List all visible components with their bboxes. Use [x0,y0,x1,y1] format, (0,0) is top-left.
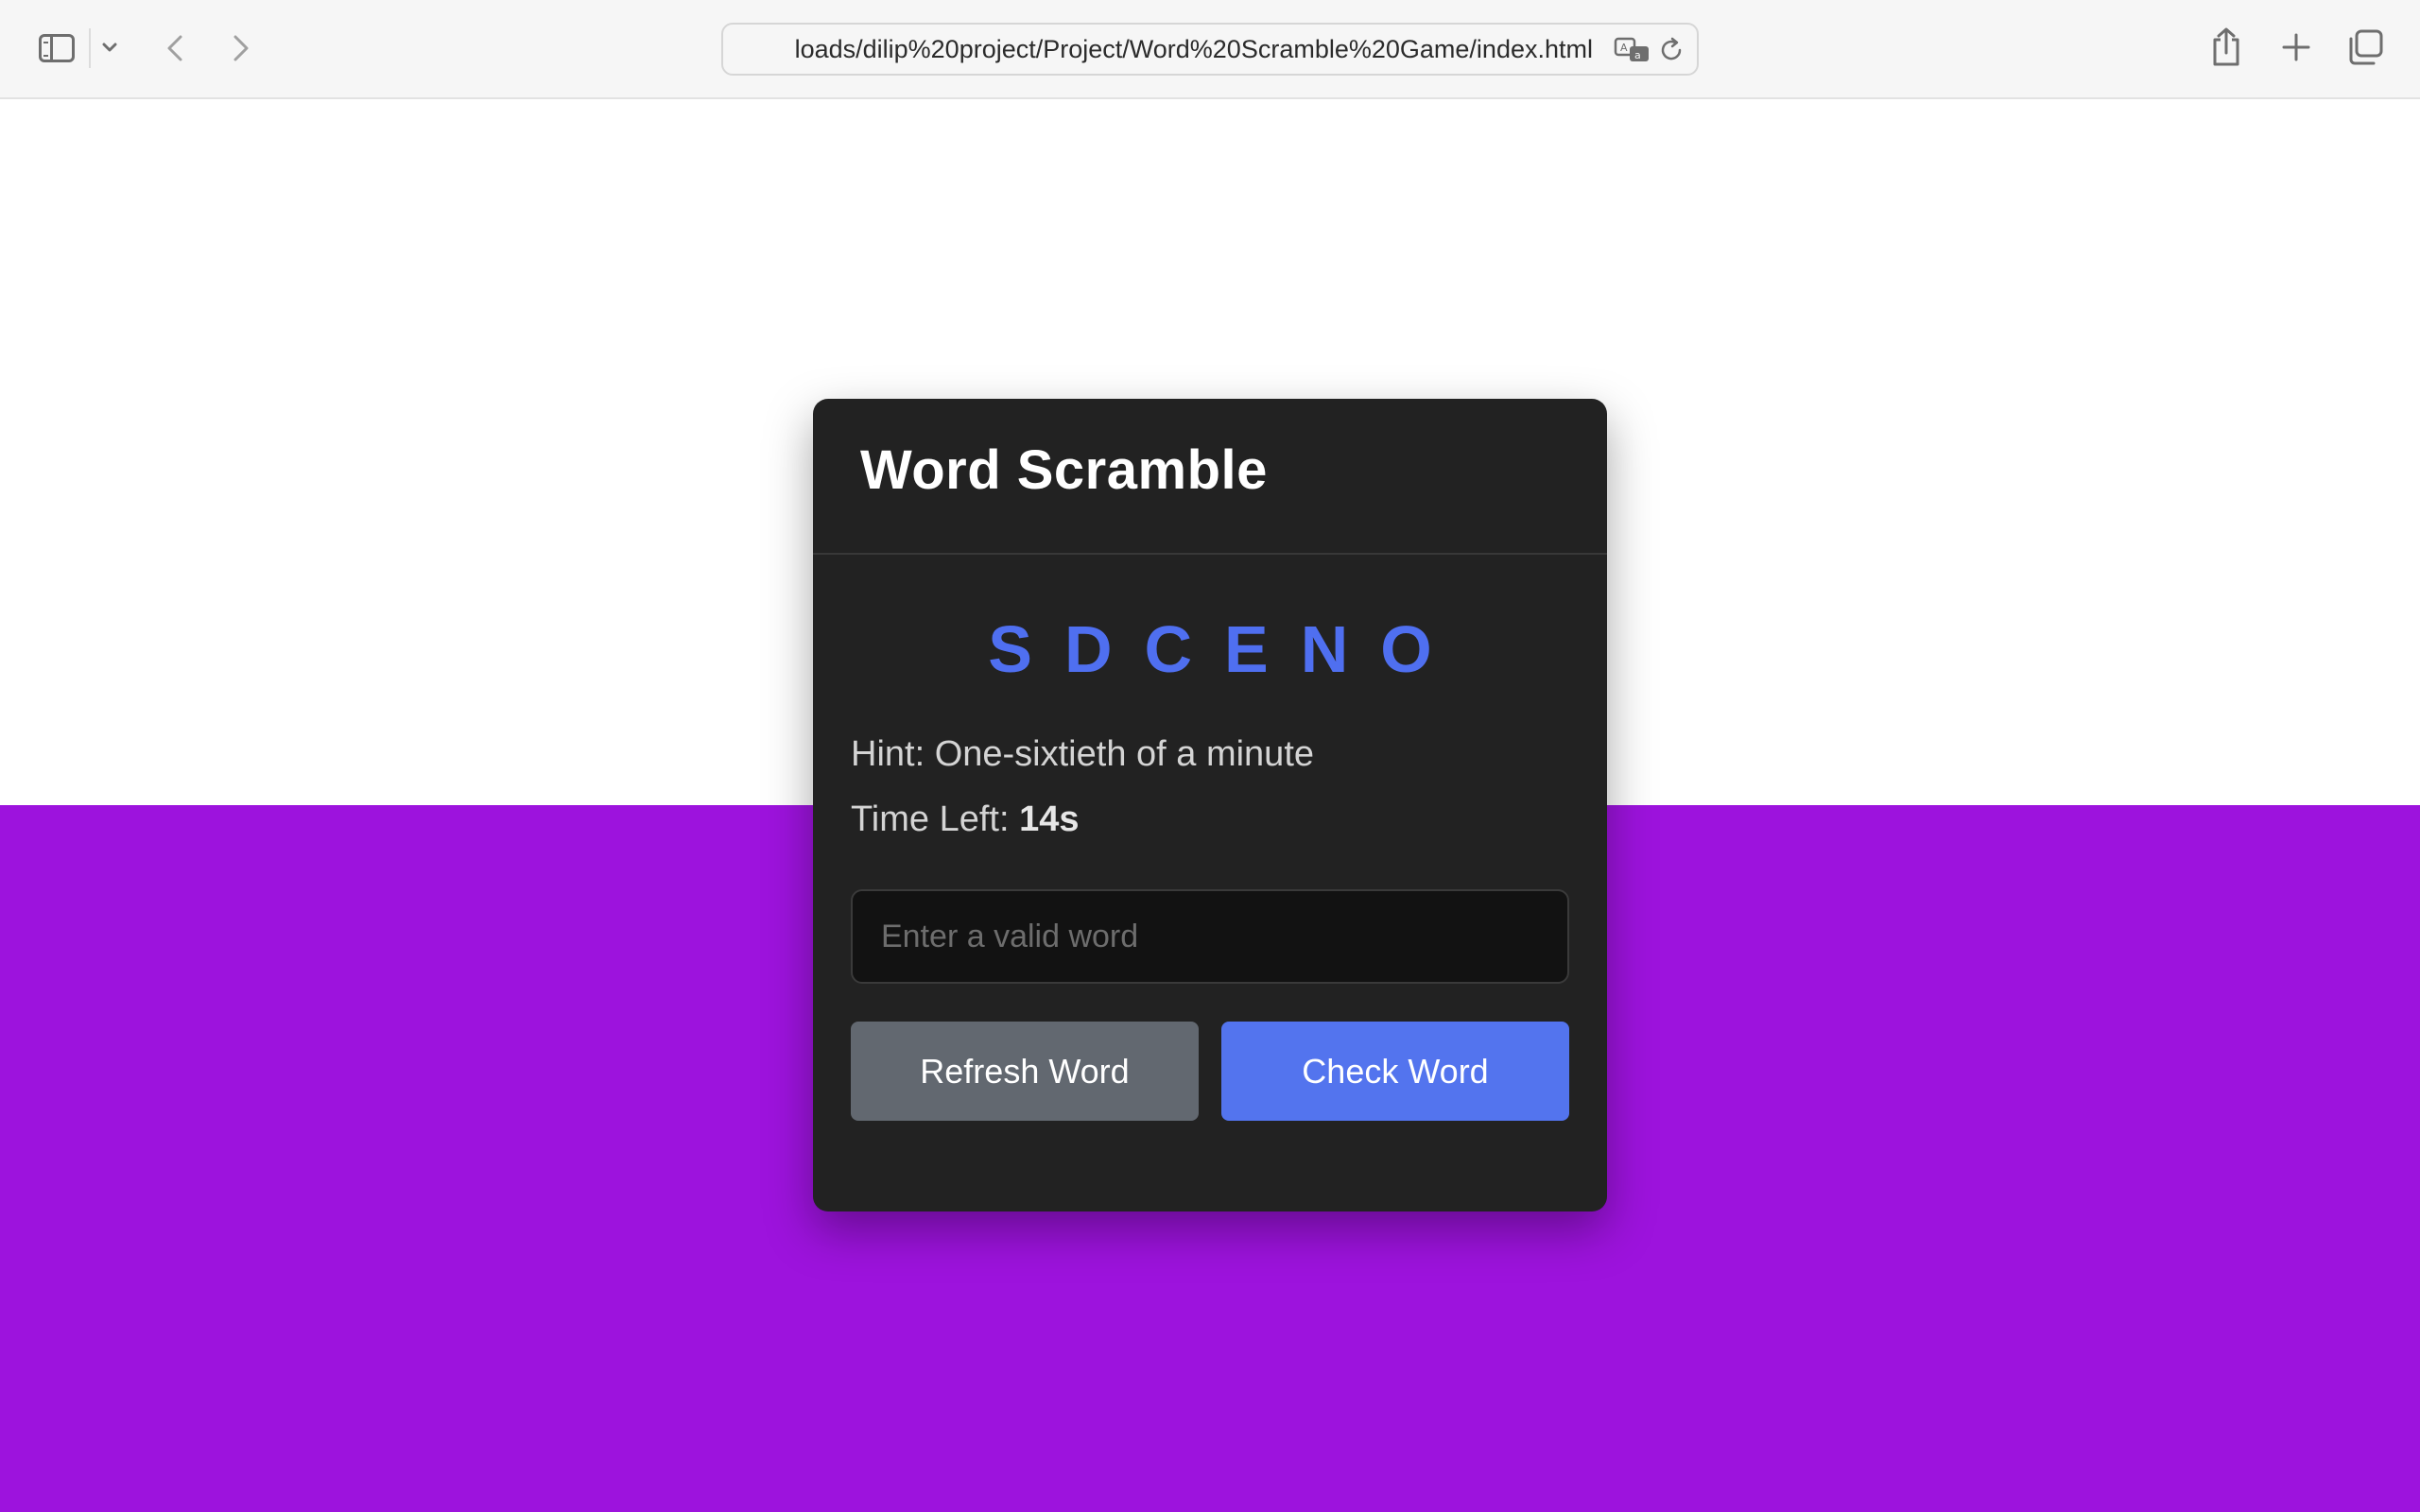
button-row: Refresh Word Check Word [851,1022,1569,1121]
chevron-down-icon[interactable] [98,34,121,60]
browser-toolbar: loads/dilip%20project/Project/Word%20Scr… [0,0,2420,99]
url-text: loads/dilip%20project/Project/Word%20Scr… [794,34,1593,63]
reload-icon[interactable] [1657,36,1685,64]
hint-row: Hint: One-sixtieth of a minute [851,734,1569,775]
refresh-word-button[interactable]: Refresh Word [851,1022,1199,1121]
toolbar-divider [89,28,91,68]
timer-value: 14s [1019,799,1080,839]
svg-text:a: a [1634,49,1641,61]
game-title: Word Scramble [860,439,1268,501]
forward-arrow-icon[interactable] [222,28,260,68]
card-body: SDCENO Hint: One-sixtieth of a minute Ti… [813,611,1607,1121]
timer-row: Time Left: 14s [851,799,1569,840]
word-input[interactable] [851,889,1569,984]
svg-text:A: A [1620,42,1628,54]
check-word-button[interactable]: Check Word [1221,1022,1569,1121]
hint-label: Hint: [851,734,925,774]
address-bar[interactable]: loads/dilip%20project/Project/Word%20Scr… [721,23,1699,76]
card-header: Word Scramble [813,399,1607,555]
tabs-icon[interactable] [2344,26,2386,68]
translate-icon[interactable]: A a [1614,36,1651,64]
scrambled-word: SDCENO [988,612,1464,686]
share-icon[interactable] [2207,25,2245,70]
timer-label: Time Left: [851,799,1010,839]
game-card: Word Scramble SDCENO Hint: One-sixtieth … [813,399,1607,1211]
sidebar-icon[interactable] [36,30,78,66]
back-arrow-icon[interactable] [156,28,194,68]
hint-text: One-sixtieth of a minute [934,734,1315,774]
plus-icon[interactable] [2275,26,2317,68]
